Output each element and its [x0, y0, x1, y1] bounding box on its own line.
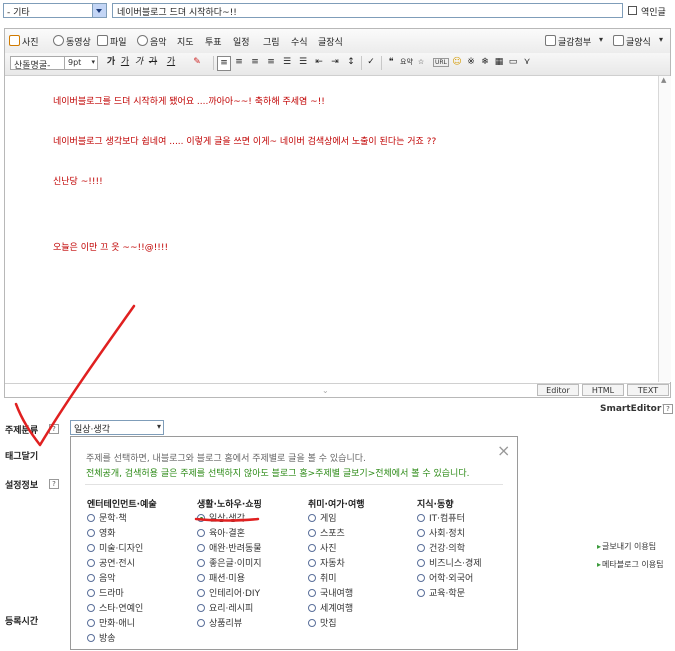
red-annotation — [14, 304, 260, 522]
red-underline — [194, 517, 260, 522]
red-check-arrow — [14, 304, 136, 447]
